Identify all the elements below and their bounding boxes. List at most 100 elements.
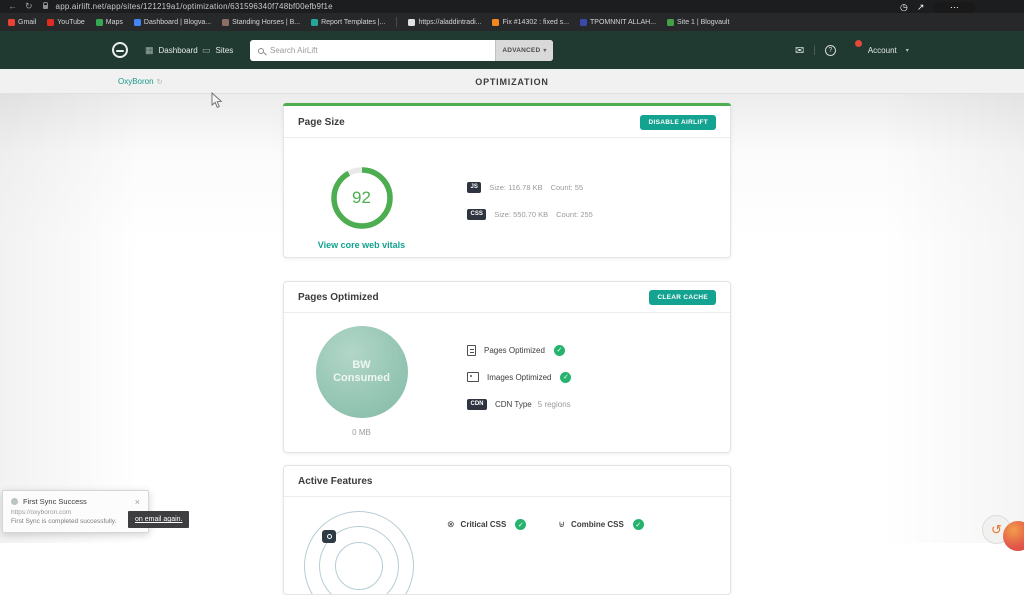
item-label: CDN Type xyxy=(495,400,532,409)
card-body: BW Consumed 0 MB Pages Optimized ✓ Image… xyxy=(284,313,730,437)
bookmark-item[interactable]: Site 1 | Blogvault xyxy=(667,19,729,26)
help-icon[interactable]: ? xyxy=(825,45,836,56)
video-options-pill[interactable]: ⋯ xyxy=(933,2,975,13)
share-icon[interactable]: ↗ xyxy=(917,1,925,13)
airlift-logo xyxy=(112,42,128,58)
advanced-dropdown[interactable]: ADVANCED▾ xyxy=(495,40,553,61)
card-title: Pages Optimized xyxy=(298,292,379,303)
core-web-vitals-link[interactable]: View core web vitals xyxy=(318,240,405,250)
sub-header: OxyBoron↻ OPTIMIZATION xyxy=(0,69,1024,94)
toast-header: First Sync Success × xyxy=(11,497,140,506)
search-bar: ADVANCED▾ xyxy=(250,40,553,61)
bookmark-label: Dashboard | Blogva... xyxy=(144,19,211,26)
combine-css-icon: ⊎ xyxy=(558,519,565,530)
account-menu[interactable]: Account xyxy=(868,46,897,55)
toast-message: First Sync is completed successfully. xyxy=(11,518,140,525)
sites-icon: ▭ xyxy=(202,45,211,56)
video-overlay-topbar: ◷ ↗ ⋯ xyxy=(900,1,975,13)
bookmark-item[interactable]: TPOMNNIT ALLAH... xyxy=(580,19,656,26)
cdn-badge: CDN xyxy=(467,399,487,410)
address-bar[interactable]: app.airlift.net/app/sites/121219a1/optim… xyxy=(56,2,333,11)
bookmark-item[interactable]: Maps xyxy=(96,19,123,26)
bookmark-item[interactable]: Standing Horses | B... xyxy=(222,19,300,26)
bookmark-favicon xyxy=(408,19,415,26)
bookmark-favicon xyxy=(222,19,229,26)
bookmark-item[interactable]: Report Templates |... xyxy=(311,19,385,26)
check-icon: ✓ xyxy=(515,519,526,530)
bookmark-item[interactable]: Gmail xyxy=(8,19,36,26)
pages-optimized-card: Pages Optimized CLEAR CACHE BW Consumed … xyxy=(283,281,731,453)
item-label: Pages Optimized xyxy=(484,346,545,355)
back-icon[interactable]: ← xyxy=(8,0,17,13)
bookmark-item[interactable]: Fix #14302 : fixed s... xyxy=(492,19,569,26)
chevron-down-icon: ▾ xyxy=(543,47,546,54)
image-icon xyxy=(467,372,479,382)
bookmark-label: Fix #14302 : fixed s... xyxy=(502,19,569,26)
bandwidth-column: BW Consumed 0 MB xyxy=(284,313,439,437)
page-title: OPTIMIZATION xyxy=(0,77,1024,87)
list-item: Pages Optimized ✓ xyxy=(467,344,730,356)
recorder-webcam-bubble[interactable] xyxy=(1003,521,1024,551)
bookmark-favicon xyxy=(667,19,674,26)
close-icon[interactable]: × xyxy=(135,498,140,506)
chevron-down-icon[interactable]: ▾ xyxy=(906,47,909,54)
bookmark-label: TPOMNNIT ALLAH... xyxy=(590,19,656,26)
card-header: Pages Optimized CLEAR CACHE xyxy=(284,282,730,313)
toast-site-url: https://oxyboron.com xyxy=(11,509,140,516)
bookmark-label: Report Templates |... xyxy=(321,19,385,26)
lock-icon xyxy=(43,5,48,9)
item-label: Images Optimized xyxy=(487,373,551,382)
check-icon: ✓ xyxy=(554,345,565,356)
search-input[interactable] xyxy=(270,46,495,55)
nav-sites[interactable]: ▭Sites xyxy=(202,31,233,69)
page-size-card: Page Size DISABLE AIRLIFT 92 View core w… xyxy=(283,103,731,258)
reload-icon[interactable]: ↻ xyxy=(25,0,33,13)
browser-toolbar: ← ↻ app.airlift.net/app/sites/121219a1/o… xyxy=(0,0,1024,13)
card-header: Active Features xyxy=(284,466,730,497)
bookmark-favicon xyxy=(96,19,103,26)
toast-icon xyxy=(11,498,18,505)
feature-label: Critical CSS xyxy=(461,520,507,529)
js-size: Size: 116.78 KB xyxy=(489,183,542,192)
item-value: 5 regions xyxy=(538,400,571,409)
css-size-row: CSS Size: 550.70 KB Count: 255 xyxy=(467,208,730,220)
header-actions: ✉ | ? Account ▾ xyxy=(795,31,909,69)
score-gauge: 92 xyxy=(329,165,395,231)
bookmark-item[interactable]: Dashboard | Blogva... xyxy=(134,19,211,26)
lock-icon xyxy=(322,530,336,543)
score-value: 92 xyxy=(329,165,395,231)
bookmarks-divider xyxy=(396,17,397,27)
critical-css-icon: ⊗ xyxy=(447,519,455,530)
more-icon: ⋯ xyxy=(950,1,959,13)
list-item: CDN CDN Type 5 regions xyxy=(467,398,730,410)
nav-dashboard[interactable]: ▦Dashboard xyxy=(145,31,198,69)
feature-item: ⊎ Combine CSS ✓ xyxy=(558,519,644,530)
search-icon xyxy=(258,48,264,54)
css-badge: CSS xyxy=(467,209,486,220)
js-size-row: JS Size: 116.78 KB Count: 55 xyxy=(467,181,730,193)
bookmark-favicon xyxy=(492,19,499,26)
features-row: ⊗ Critical CSS ✓ ⊎ Combine CSS ✓ xyxy=(447,519,644,530)
notification-badge xyxy=(855,40,862,47)
mail-icon[interactable]: ✉ xyxy=(795,44,804,57)
watch-later-icon[interactable]: ◷ xyxy=(900,1,908,13)
bookmark-item[interactable]: YouTube xyxy=(47,19,85,26)
score-column: 92 View core web vitals xyxy=(284,138,439,250)
email-again-tooltip[interactable]: on email again. xyxy=(128,511,189,528)
css-count: Count: 255 xyxy=(556,210,593,219)
bookmark-item[interactable]: https://aladdintradi... xyxy=(408,19,481,26)
bookmark-favicon xyxy=(134,19,141,26)
bookmark-label: YouTube xyxy=(57,19,85,26)
document-icon xyxy=(467,345,476,356)
bookmark-favicon xyxy=(311,19,318,26)
size-details-column: JS Size: 116.78 KB Count: 55 CSS Size: 5… xyxy=(467,138,730,250)
header-divider: | xyxy=(813,45,816,56)
js-badge: JS xyxy=(467,182,481,193)
card-title: Active Features xyxy=(298,476,372,487)
bookmark-label: Gmail xyxy=(18,19,36,26)
clear-cache-button[interactable]: CLEAR CACHE xyxy=(649,290,716,305)
active-features-card: Active Features ⊗ Critical CSS ✓ ⊎ Combi… xyxy=(283,465,731,595)
account-avatar[interactable] xyxy=(845,43,859,57)
check-icon: ✓ xyxy=(560,372,571,383)
disable-airlift-button[interactable]: DISABLE AIRLIFT xyxy=(640,115,716,130)
